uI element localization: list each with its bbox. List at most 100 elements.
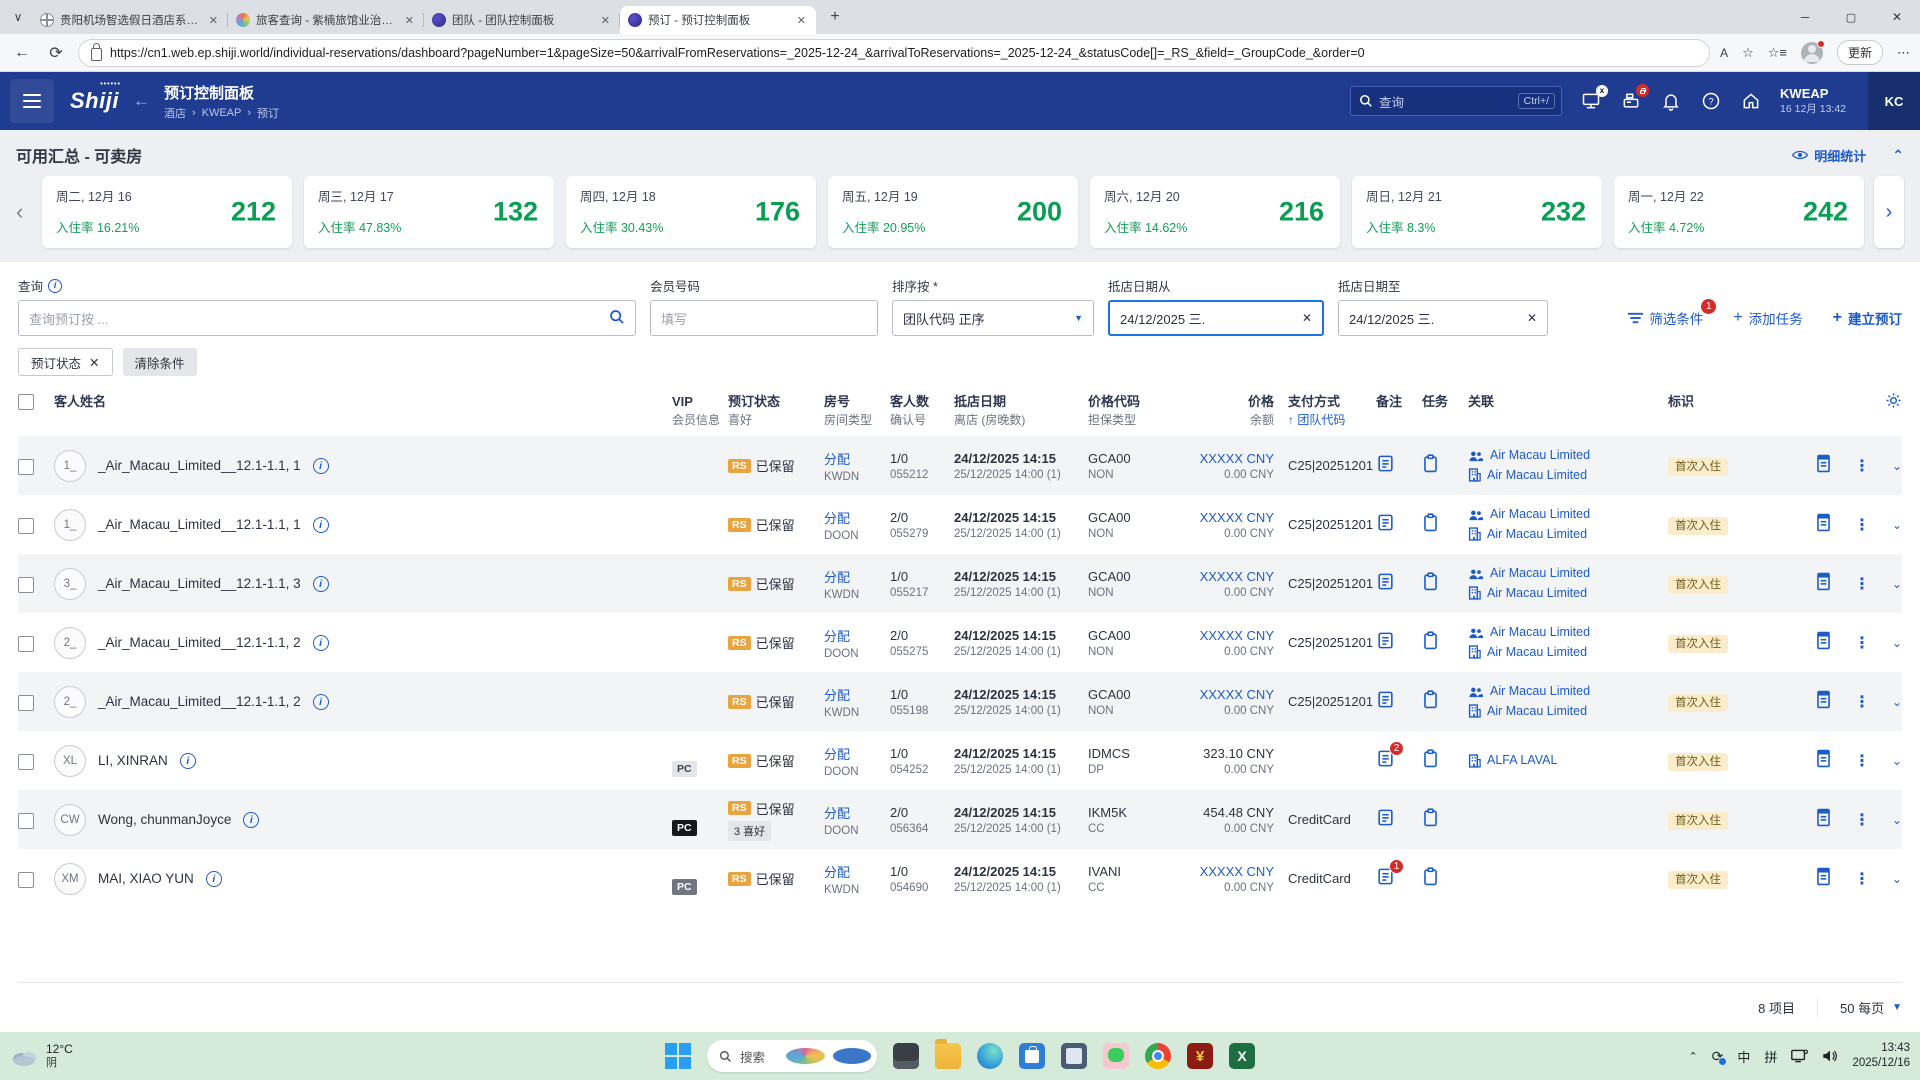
sorted-group-code[interactable]: ↑ 团队代码 — [1288, 412, 1376, 429]
row-more-actions-icon[interactable]: ⋮ — [1854, 810, 1870, 830]
home-icon[interactable] — [1740, 90, 1762, 112]
create-reservation-button[interactable]: + 建立预订 — [1833, 308, 1902, 328]
taskbar-search-box[interactable]: 搜索 — [707, 1040, 877, 1072]
table-row[interactable]: 1_ _Air_Macau_Limited__12.1-1.1, 1 i RS … — [18, 495, 1902, 554]
taskbar-excel[interactable]: X — [1229, 1043, 1255, 1069]
table-row[interactable]: CW Wong, chunmanJoyce i PC RS 已保留 3 喜好 分… — [18, 790, 1902, 850]
add-task-button[interactable]: + 添加任务 — [1733, 308, 1802, 328]
related-profile-link[interactable]: Air Macau Limited — [1468, 623, 1668, 642]
row-expand-chevron-icon[interactable]: ⌄ — [1892, 754, 1902, 768]
filter-conditions-button[interactable]: 筛选条件 1 — [1628, 299, 1717, 328]
note-icon[interactable]: 1 — [1376, 858, 1404, 886]
user-avatar[interactable]: KC — [1868, 72, 1920, 130]
price-value[interactable]: XXXXX CNY — [1166, 510, 1274, 525]
speaker-icon[interactable] — [1822, 1049, 1838, 1063]
carousel-next-icon[interactable]: › — [1874, 176, 1904, 248]
breadcrumb-reservation[interactable]: 预订 — [257, 105, 279, 121]
detail-statistics-link[interactable]: 明细统计 — [1792, 146, 1866, 165]
minimize-button[interactable]: ─ — [1782, 0, 1828, 34]
guest-info-icon[interactable]: i — [312, 634, 329, 651]
related-profile-name[interactable]: Air Macau Limited — [1490, 682, 1590, 701]
guest-name[interactable]: _Air_Macau_Limited__12.1-1.1, 1 — [98, 517, 301, 532]
row-more-actions-icon[interactable]: ⋮ — [1854, 692, 1870, 712]
note-icon[interactable]: 2 — [1376, 740, 1404, 768]
taskbar-calculator[interactable] — [1061, 1043, 1087, 1069]
refresh-icon[interactable]: ⟳ — [44, 43, 68, 63]
row-expand-chevron-icon[interactable]: ⌄ — [1892, 636, 1902, 650]
row-more-actions-icon[interactable]: ⋮ — [1854, 869, 1870, 889]
ime-mode-indicator[interactable]: 拼 — [1764, 1047, 1777, 1066]
page-back-icon[interactable]: ← — [133, 91, 150, 111]
onedrive-sync-icon[interactable]: ⟳ — [1712, 1048, 1727, 1065]
related-profile-name[interactable]: Air Macau Limited — [1490, 564, 1590, 583]
task-clipboard-icon[interactable] — [1422, 690, 1439, 709]
taskbar-app-notebook[interactable] — [893, 1043, 919, 1069]
row-checkbox[interactable] — [18, 753, 34, 770]
start-button[interactable] — [665, 1043, 691, 1069]
table-row[interactable]: 3_ _Air_Macau_Limited__12.1-1.1, 3 i RS … — [18, 554, 1902, 614]
note-icon[interactable] — [1376, 572, 1395, 591]
back-icon[interactable]: ← — [10, 44, 34, 62]
page-size-select[interactable]: 50 每页 ▼ — [1817, 998, 1902, 1017]
guest-info-icon[interactable]: i — [179, 752, 196, 769]
read-aloud-icon[interactable]: A — [1720, 46, 1728, 60]
related-profile-name[interactable]: Air Macau Limited — [1487, 702, 1587, 721]
assign-room-link[interactable]: 分配 — [824, 449, 890, 468]
guest-info-icon[interactable]: i — [312, 575, 329, 592]
availability-card[interactable]: 周二, 12月 16 入住率 16.21% 212 — [42, 176, 292, 248]
row-checkbox[interactable] — [18, 458, 34, 475]
notifications-bell-icon[interactable] — [1660, 90, 1682, 112]
related-profile-link[interactable]: Air Macau Limited — [1468, 702, 1668, 721]
row-more-actions-icon[interactable]: ⋮ — [1854, 574, 1870, 594]
availability-card[interactable]: 周一, 12月 22 入住率 4.72% 242 — [1614, 176, 1864, 248]
guest-name[interactable]: _Air_Macau_Limited__12.1-1.1, 2 — [98, 635, 301, 650]
assign-room-link[interactable]: 分配 — [824, 685, 890, 704]
row-expand-chevron-icon[interactable]: ⌄ — [1892, 518, 1902, 532]
row-checkbox[interactable] — [18, 694, 34, 711]
row-checkbox[interactable] — [18, 576, 34, 593]
workstation-icon[interactable]: x — [1580, 85, 1609, 112]
row-checkbox[interactable] — [18, 812, 34, 829]
breadcrumb-hotel[interactable]: 酒店 — [164, 105, 186, 121]
guest-info-icon[interactable]: i — [312, 516, 329, 533]
taskbar-edge-browser[interactable] — [977, 1043, 1003, 1069]
row-checkbox[interactable] — [18, 635, 34, 652]
sort-by-select[interactable]: 团队代码 正序 ▼ — [892, 300, 1094, 336]
related-profile-name[interactable]: Air Macau Limited — [1490, 505, 1590, 524]
row-expand-chevron-icon[interactable]: ⌄ — [1892, 695, 1902, 709]
cast-display-icon[interactable] — [1791, 1049, 1809, 1063]
assign-room-link[interactable]: 分配 — [824, 862, 890, 881]
ime-language-indicator[interactable]: 中 — [1737, 1047, 1750, 1066]
price-value[interactable]: XXXXX CNY — [1166, 687, 1274, 702]
arrival-to-clear-icon[interactable]: ✕ — [1527, 311, 1537, 325]
arrival-from-clear-icon[interactable]: ✕ — [1302, 311, 1312, 325]
settings-menu-icon[interactable]: ⋯ — [1897, 45, 1910, 61]
profile-avatar[interactable] — [1800, 39, 1825, 64]
task-clipboard-icon[interactable] — [1422, 513, 1439, 532]
maximize-button[interactable]: ▢ — [1828, 0, 1874, 34]
col-rate[interactable]: 价格代码 — [1088, 392, 1166, 412]
query-input[interactable]: 查询预订按 ... — [18, 300, 636, 336]
guest-info-icon[interactable]: i — [312, 457, 329, 474]
tray-expand-icon[interactable]: ⌃ — [1688, 1050, 1697, 1063]
help-icon[interactable]: ? — [1700, 90, 1722, 112]
table-row[interactable]: XL LI, XINRAN i PC RS 已保留 分配 DOON 1/0 05… — [18, 731, 1902, 790]
col-notes[interactable]: 备注 — [1376, 392, 1422, 412]
related-profile-name[interactable]: Air Macau Limited — [1490, 623, 1590, 642]
registration-card-icon[interactable] — [1815, 513, 1832, 537]
availability-card[interactable]: 周四, 12月 18 入住率 30.43% 176 — [566, 176, 816, 248]
note-icon[interactable] — [1376, 690, 1395, 709]
guest-info-icon[interactable]: i — [205, 870, 222, 887]
cashier-icon[interactable] — [1620, 84, 1650, 112]
task-clipboard-icon[interactable] — [1422, 572, 1439, 591]
new-tab-button[interactable]: + — [822, 4, 848, 30]
guest-name[interactable]: _Air_Macau_Limited__12.1-1.1, 1 — [98, 458, 301, 473]
table-row[interactable]: 1_ _Air_Macau_Limited__12.1-1.1, 1 i RS … — [18, 436, 1902, 496]
taskbar-chrome[interactable] — [1145, 1043, 1171, 1069]
registration-card-icon[interactable] — [1815, 454, 1832, 478]
arrival-to-input[interactable]: 24/12/2025 三. ✕ — [1338, 300, 1548, 336]
url-text[interactable]: https://cn1.web.ep.shiji.world/individua… — [110, 46, 1697, 60]
col-status[interactable]: 预订状态 — [728, 392, 824, 412]
status-filter-chip[interactable]: 预订状态 ✕ — [18, 348, 113, 376]
price-value[interactable]: XXXXX CNY — [1166, 628, 1274, 643]
